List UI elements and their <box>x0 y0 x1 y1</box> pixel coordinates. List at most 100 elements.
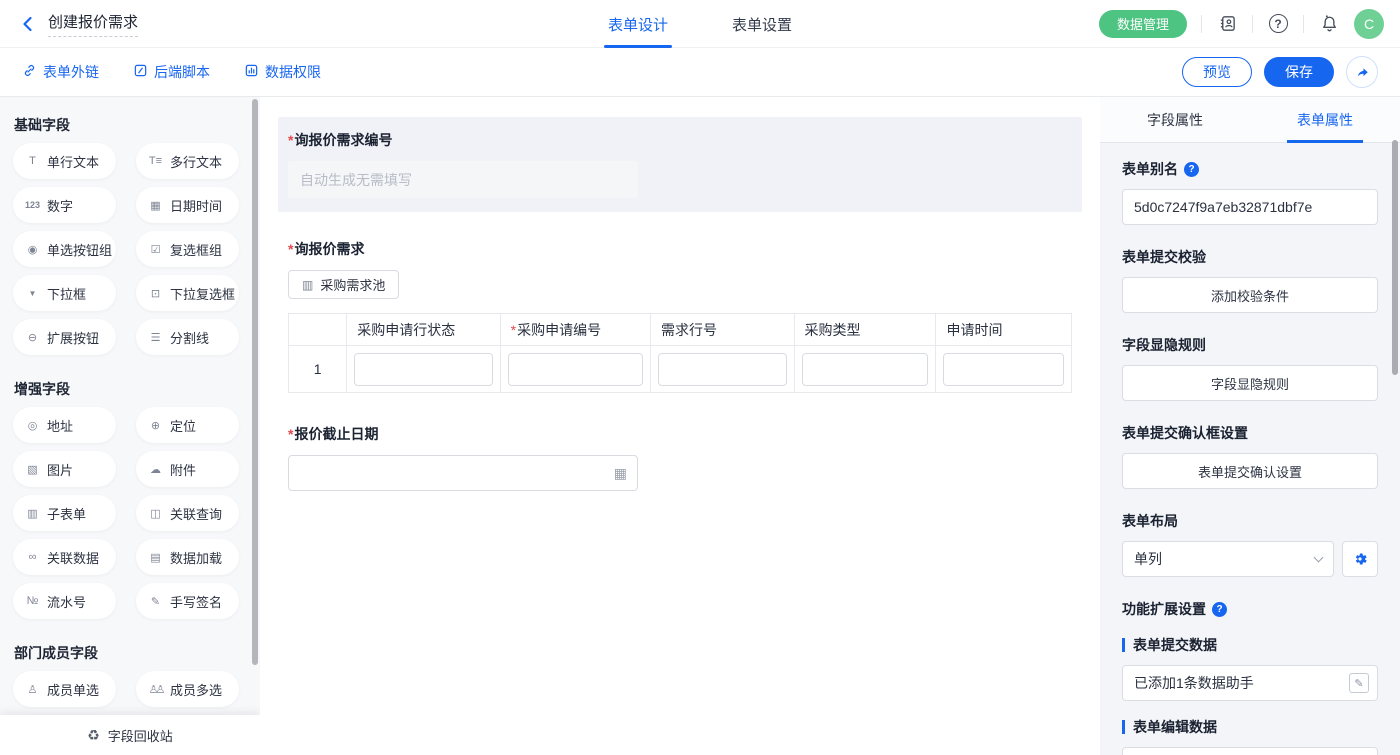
people-icon: ♙♙ <box>148 683 163 696</box>
checkbox-icon: ☑ <box>148 243 163 256</box>
field-pill-divider-line[interactable]: ☰分割线 <box>136 319 239 355</box>
tab-form-properties[interactable]: 表单属性 <box>1250 97 1400 142</box>
field-pill-address[interactable]: ◎地址 <box>13 407 116 443</box>
edit-data-label: 表单编辑数据 <box>1122 717 1378 737</box>
top-header: 创建报价需求 表单设计 表单设置 数据管理 ? C <box>0 0 1400 48</box>
back-icon[interactable] <box>16 12 40 36</box>
user-avatar[interactable]: C <box>1354 9 1384 39</box>
form-canvas: *询报价需求编号 *询报价需求 ▥ 采购需求池 采购申请行状态 *采购申请编号 … <box>260 97 1100 755</box>
field-pill-datetime[interactable]: ▦日期时间 <box>136 187 239 223</box>
help-icon[interactable]: ? <box>1212 602 1227 617</box>
field-pill-single-line-text[interactable]: T单行文本 <box>13 143 116 179</box>
preview-button[interactable]: 预览 <box>1182 57 1252 87</box>
field-pill-extend-button[interactable]: ⊖扩展按钮 <box>13 319 116 355</box>
field-pill-multi-dropdown[interactable]: ⊡下拉复选框 <box>136 275 239 311</box>
layout-settings-button[interactable] <box>1342 541 1378 577</box>
tab-form-design[interactable]: 表单设计 <box>608 0 668 48</box>
data-manage-button[interactable]: 数据管理 <box>1099 10 1187 38</box>
field-visibility-button[interactable]: 字段显隐规则 <box>1122 365 1378 401</box>
divider <box>1201 15 1202 33</box>
panel-scrollbar[interactable] <box>1392 140 1398 375</box>
header-tabs: 表单设计 表单设置 <box>576 0 824 48</box>
layout-select[interactable]: 单列 <box>1122 541 1334 577</box>
field-block-quote-number[interactable]: *询报价需求编号 <box>278 117 1082 212</box>
tab-field-properties[interactable]: 字段属性 <box>1100 97 1250 142</box>
field-visibility-label: 字段显隐规则 <box>1122 335 1378 355</box>
edit-icon[interactable]: ✎ <box>1349 673 1369 693</box>
person-icon: ♙ <box>25 683 40 696</box>
external-link-button[interactable]: 表单外链 <box>22 62 99 82</box>
help-icon[interactable]: ? <box>1184 162 1199 177</box>
cell-input-purchase-type[interactable] <box>802 353 929 386</box>
field-pill-radio-group[interactable]: ◉单选按钮组 <box>13 231 116 267</box>
field-pill-linked-query[interactable]: ◫关联查询 <box>136 495 239 531</box>
field-pill-linked-data[interactable]: ∞关联数据 <box>13 539 116 575</box>
notification-bell-icon[interactable] <box>1318 13 1340 35</box>
field-recycle-bin[interactable]: ♻ 字段回收站 <box>0 715 260 755</box>
page-title[interactable]: 创建报价需求 <box>48 11 138 37</box>
field-pill-attachment[interactable]: ☁附件 <box>136 451 239 487</box>
calendar-icon: ▦ <box>148 199 163 212</box>
script-icon <box>133 63 148 81</box>
link-icon <box>22 63 37 81</box>
cell-input-line-number[interactable] <box>658 353 787 386</box>
submit-validation-label: 表单提交校验 <box>1122 247 1378 267</box>
cell-input-request-number[interactable] <box>508 353 643 386</box>
cell-input-apply-time[interactable] <box>943 353 1064 386</box>
help-icon[interactable]: ? <box>1267 13 1289 35</box>
multi-dropdown-icon: ⊡ <box>148 287 163 300</box>
dropdown-icon: ▼ <box>25 289 40 298</box>
field-label: *报价截止日期 <box>288 424 1072 444</box>
field-pill-image[interactable]: ▧图片 <box>13 451 116 487</box>
form-alias-input[interactable] <box>1122 189 1378 225</box>
subform-icon: ▥ <box>25 507 40 520</box>
submit-confirm-button[interactable]: 表单提交确认设置 <box>1122 453 1378 489</box>
share-button[interactable] <box>1346 56 1378 88</box>
add-validation-button[interactable]: 添加校验条件 <box>1122 277 1378 313</box>
extension-settings-label: 功能扩展设置 ? <box>1122 599 1378 619</box>
save-button[interactable]: 保存 <box>1264 57 1334 87</box>
contact-book-icon[interactable] <box>1216 13 1238 35</box>
field-pill-serial-number[interactable]: №流水号 <box>13 583 116 619</box>
field-pill-signature[interactable]: ✎手写签名 <box>136 583 239 619</box>
recycle-icon: ♻ <box>87 727 100 744</box>
field-pill-subform[interactable]: ▥子表单 <box>13 495 116 531</box>
field-pill-member-multi[interactable]: ♙♙成员多选 <box>136 671 239 707</box>
permission-icon <box>244 63 259 81</box>
form-layout-label: 表单布局 <box>1122 511 1378 531</box>
field-label: *询报价需求编号 <box>288 130 1072 150</box>
deadline-date-input[interactable]: ▦ <box>288 455 638 491</box>
serial-number-icon: № <box>25 595 40 607</box>
tab-form-settings[interactable]: 表单设置 <box>732 0 792 48</box>
field-pill-dropdown[interactable]: ▼下拉框 <box>13 275 116 311</box>
data-permission-button[interactable]: 数据权限 <box>244 62 321 82</box>
share-arrow-icon <box>1355 65 1370 80</box>
field-pill-number[interactable]: 123数字 <box>13 187 116 223</box>
field-pill-multi-line-text[interactable]: T≡多行文本 <box>136 143 239 179</box>
number-icon: 123 <box>25 200 40 210</box>
column-header: 需求行号 <box>651 314 795 346</box>
field-block-quote-demand[interactable]: *询报价需求 ▥ 采购需求池 采购申请行状态 *采购申请编号 需求行号 采购类型… <box>278 226 1082 407</box>
column-header: 采购申请行状态 <box>347 314 500 346</box>
submit-confirm-label: 表单提交确认框设置 <box>1122 423 1378 443</box>
divider <box>1252 15 1253 33</box>
field-label: *询报价需求 <box>288 239 1072 259</box>
field-pill-data-load[interactable]: ▤数据加载 <box>136 539 239 575</box>
field-pill-member-single[interactable]: ♙成员单选 <box>13 671 116 707</box>
cell-input-status[interactable] <box>354 353 492 386</box>
field-block-quote-deadline[interactable]: *报价截止日期 ▦ <box>278 411 1082 505</box>
quote-number-input[interactable] <box>288 161 638 198</box>
add-operation-button[interactable]: 添加操作 <box>1122 747 1378 755</box>
field-pill-checkbox-group[interactable]: ☑复选框组 <box>136 231 239 267</box>
chevron-down-icon <box>1314 553 1324 563</box>
subform-table: 采购申请行状态 *采购申请编号 需求行号 采购类型 申请时间 1 <box>288 313 1072 393</box>
backend-script-button[interactable]: 后端脚本 <box>133 62 210 82</box>
sidebar-scrollbar[interactable] <box>252 99 258 665</box>
demand-pool-button[interactable]: ▥ 采购需求池 <box>288 270 399 299</box>
field-pill-location[interactable]: ⊕定位 <box>136 407 239 443</box>
divider-line-icon: ☰ <box>148 331 163 344</box>
column-header: 申请时间 <box>936 314 1072 346</box>
section-title-enhanced-fields: 增强字段 <box>14 379 260 399</box>
row-number: 1 <box>289 346 347 393</box>
divider <box>1303 15 1304 33</box>
